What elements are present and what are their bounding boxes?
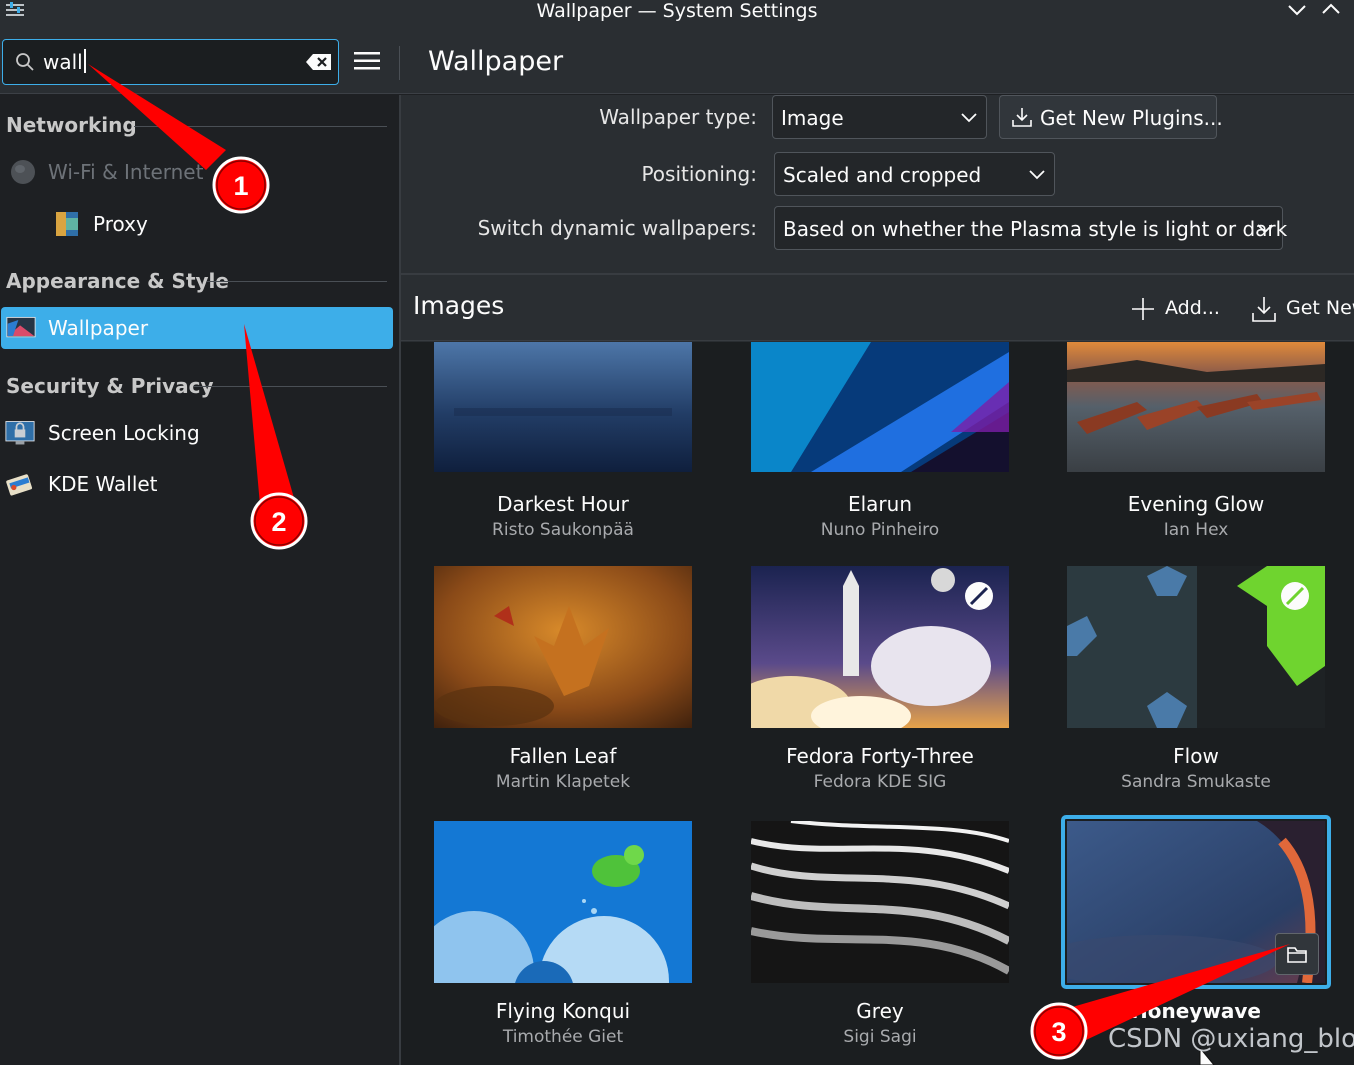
images-header: Images Add... Get New <box>401 273 1354 341</box>
hamburger-menu-icon[interactable] <box>352 48 382 74</box>
chevron-down-icon <box>1257 224 1273 234</box>
add-image-button[interactable]: Add... <box>1130 293 1220 325</box>
search-field[interactable]: wall <box>2 39 339 85</box>
wallpaper-name: Elarun <box>847 492 913 516</box>
sidebar-item-label: Proxy <box>93 212 148 236</box>
download-icon <box>1252 297 1276 322</box>
window-title: Wallpaper — System Settings <box>536 0 818 22</box>
plus-icon <box>1132 298 1154 320</box>
search-icon <box>16 53 34 71</box>
get-new-wallpapers-button[interactable]: Get New <box>1251 293 1354 325</box>
wallpaper-name: Darkest Hour <box>497 492 629 516</box>
wallpaper-grid: Darkest Hour Risto Saukonpää Elarun Nuno… <box>401 342 1354 1065</box>
positioning-label: Positioning: <box>641 162 757 186</box>
sidebar-item-label: Wi-Fi & Internet <box>48 160 204 184</box>
main-content: Wallpaper type: Image Get New Plugins...… <box>401 95 1354 1065</box>
chevron-down-icon <box>961 113 977 123</box>
wallpaper-name: Flow <box>1173 744 1219 768</box>
dynamic-wallpapers-label: Switch dynamic wallpapers: <box>477 216 757 240</box>
section-security: Security & Privacy <box>6 374 214 398</box>
wallet-icon <box>6 474 33 496</box>
section-divider <box>134 126 387 127</box>
wallpaper-type-combo[interactable]: Image <box>772 95 987 139</box>
section-divider <box>207 281 387 282</box>
wallpaper-author: Fedora KDE SIG <box>813 772 947 792</box>
page-title: Wallpaper <box>428 46 564 77</box>
wallpaper-type-value: Image <box>781 106 844 130</box>
wallpaper-author: Ian Hex <box>1163 520 1229 540</box>
sidebar-item-wallpaper[interactable]: Wallpaper <box>1 307 393 349</box>
chevron-down-icon <box>1029 170 1045 180</box>
wallpaper-author: Martin Klapetek <box>495 772 631 792</box>
get-new-wallpapers-label: Get New <box>1286 297 1354 319</box>
wallpaper-thumbnail <box>1067 342 1325 472</box>
sidebar-item-label: Wallpaper <box>48 316 149 340</box>
open-folder-button[interactable] <box>1275 933 1319 975</box>
watermark: CSDN @uxiang_blog <box>1108 1024 1354 1054</box>
toolbar-separator <box>399 46 400 80</box>
sidebar-item-wifi[interactable]: Wi-Fi & Internet <box>0 151 393 193</box>
wallpaper-name: Fedora Forty-Three <box>786 744 974 768</box>
wallpaper-author: Risto Saukonpää <box>492 520 634 540</box>
screen-lock-icon <box>5 421 35 445</box>
search-value[interactable]: wall <box>43 50 83 74</box>
search-input: wall <box>43 49 86 74</box>
section-networking: Networking <box>6 113 137 137</box>
sidebar: Networking Wi-Fi & Internet Proxy Appear… <box>0 95 399 1065</box>
wallpaper-author: Sigi Sagi <box>843 1027 917 1047</box>
wallpaper-name: Flying Konqui <box>495 999 631 1023</box>
proxy-icon <box>56 212 78 236</box>
positioning-combo[interactable]: Scaled and cropped <box>774 152 1055 196</box>
wallpaper-thumbnail <box>434 821 692 983</box>
wallpaper-thumbnail <box>751 566 1009 728</box>
wallpaper-thumbnail <box>434 342 692 472</box>
wallpaper-author: Timothée Giet <box>502 1027 624 1047</box>
globe-icon <box>11 160 35 184</box>
minimize-button[interactable] <box>1284 0 1310 22</box>
maximize-button[interactable] <box>1318 0 1344 22</box>
wallpaper-thumbnail <box>434 566 692 728</box>
section-appearance: Appearance & Style <box>6 269 229 293</box>
dynamic-wallpapers-value: Based on whether the Plasma style is lig… <box>783 217 1288 241</box>
clear-search-icon[interactable] <box>305 52 333 72</box>
get-new-plugins-button[interactable]: Get New Plugins... <box>999 95 1223 139</box>
sidebar-item-label: Screen Locking <box>48 421 200 445</box>
wallpaper-name: Honeywave <box>1131 999 1261 1023</box>
wallpaper-author: Nuno Pinheiro <box>820 520 940 540</box>
section-divider <box>194 386 387 387</box>
wallpaper-thumbnail <box>751 342 1009 472</box>
wallpaper-name: Evening Glow <box>1127 492 1265 516</box>
dynamic-wallpapers-combo[interactable]: Based on whether the Plasma style is lig… <box>774 206 1287 250</box>
wallpaper-name: Grey <box>856 999 904 1023</box>
images-title: Images <box>413 291 505 320</box>
sidebar-item-label: KDE Wallet <box>48 472 158 496</box>
wallpaper-thumbnail <box>1067 566 1325 728</box>
wallpaper-thumbnail <box>751 821 1009 983</box>
toolbar: wall Wallpaper <box>0 26 1354 94</box>
sidebar-item-screen-locking[interactable]: Screen Locking <box>0 412 393 454</box>
wallpaper-name: Fallen Leaf <box>509 744 617 768</box>
folder-icon <box>1287 947 1307 963</box>
get-new-plugins-label: Get New Plugins... <box>1040 106 1223 130</box>
wallpaper-type-label: Wallpaper type: <box>599 105 757 129</box>
sidebar-item-proxy[interactable]: Proxy <box>0 203 393 245</box>
sidebar-item-kde-wallet[interactable]: KDE Wallet <box>0 463 393 505</box>
title-bar: Wallpaper — System Settings <box>0 0 1354 26</box>
download-icon <box>1012 108 1032 127</box>
wallpaper-author: Sandra Smukaste <box>1121 772 1271 792</box>
wallpaper-icon <box>6 316 36 338</box>
positioning-value: Scaled and cropped <box>783 163 982 187</box>
add-image-label: Add... <box>1165 297 1220 319</box>
text-caret <box>83 49 86 73</box>
